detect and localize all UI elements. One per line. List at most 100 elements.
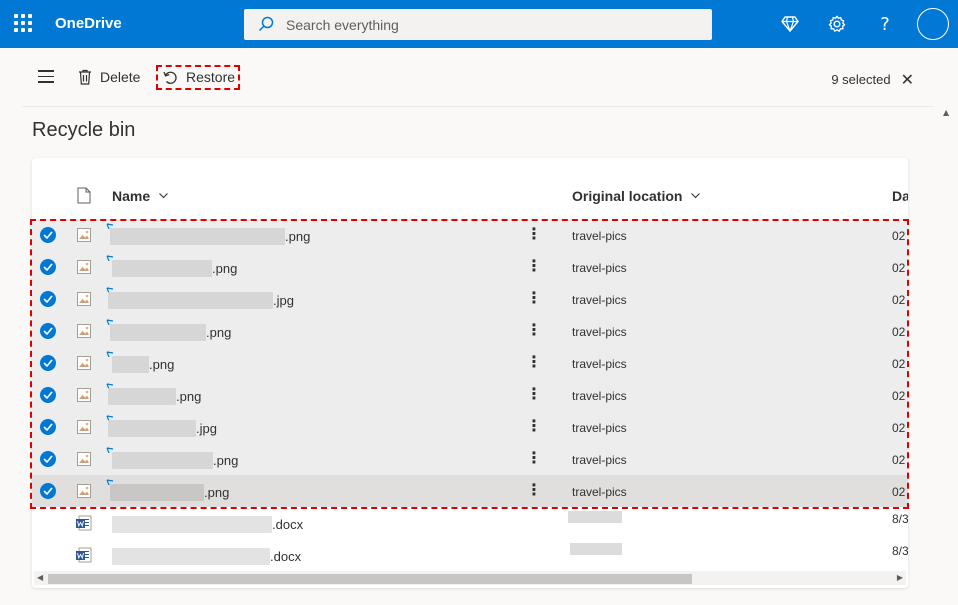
- page-title: Recycle bin: [32, 119, 136, 141]
- location-redacted: [570, 543, 622, 555]
- more-options-icon[interactable]: ⋮: [526, 258, 542, 274]
- horizontal-scrollbar[interactable]: ◀ ▶: [34, 571, 906, 585]
- scroll-right-icon[interactable]: ▶: [897, 573, 903, 582]
- image-file-icon: [77, 260, 91, 274]
- selection-count: 9 selected ✕: [831, 70, 914, 89]
- search-icon: [258, 16, 274, 32]
- app-launcher-icon[interactable]: [14, 14, 32, 32]
- table-rows: .png ⋮ travel-pics 02 .png ⋮ travel-pics…: [32, 219, 908, 571]
- table-row[interactable]: .png ⋮ travel-pics 02: [32, 475, 908, 507]
- more-options-icon[interactable]: ⋮: [526, 450, 542, 466]
- table-row[interactable]: .png ⋮ travel-pics 02: [32, 443, 908, 475]
- date-deleted: 02: [892, 485, 906, 499]
- file-name-redacted: [108, 292, 273, 309]
- chevron-down-icon: [691, 193, 701, 199]
- more-options-icon[interactable]: ⋮: [526, 226, 542, 242]
- original-location: travel-pics: [572, 421, 627, 435]
- table-row[interactable]: .jpg ⋮ travel-pics 02: [32, 283, 908, 315]
- file-extension: .docx: [272, 517, 304, 532]
- checkmark-icon[interactable]: [40, 355, 56, 371]
- avatar[interactable]: [917, 8, 949, 40]
- original-location: travel-pics: [572, 357, 627, 371]
- checkmark-icon[interactable]: [40, 259, 56, 275]
- date-deleted: 02: [892, 357, 906, 371]
- table-row[interactable]: .docx 8/3: [32, 539, 908, 571]
- vertical-scrollbar[interactable]: ▲: [940, 108, 954, 605]
- file-list: Name Original location Da .png ⋮ travel-…: [32, 158, 908, 588]
- original-location: travel-pics: [572, 485, 627, 499]
- search-box[interactable]: [244, 9, 712, 40]
- table-row[interactable]: .png ⋮ travel-pics 02: [32, 347, 908, 379]
- diamond-icon[interactable]: [778, 12, 802, 36]
- table-row[interactable]: .png ⋮ travel-pics 02: [32, 251, 908, 283]
- date-deleted: 02: [892, 229, 906, 243]
- checkmark-icon[interactable]: [40, 451, 56, 467]
- file-extension: .png: [149, 357, 175, 372]
- scroll-left-icon[interactable]: ◀: [37, 573, 43, 582]
- column-name[interactable]: Name: [112, 188, 169, 204]
- date-deleted: 02: [892, 261, 906, 275]
- location-redacted: [568, 511, 622, 523]
- checkmark-icon[interactable]: [40, 227, 56, 243]
- file-extension: .docx: [270, 549, 302, 564]
- file-extension: .png: [176, 389, 202, 404]
- checkmark-icon[interactable]: [40, 323, 56, 339]
- image-file-icon: [77, 324, 91, 338]
- file-extension: .png: [212, 261, 238, 276]
- file-name-redacted: [112, 516, 272, 533]
- table-row[interactable]: .docx 8/3: [32, 507, 908, 539]
- scroll-up-icon[interactable]: ▲: [943, 108, 949, 117]
- file-name-redacted: [112, 260, 212, 277]
- help-icon[interactable]: ?: [873, 12, 897, 36]
- image-file-icon: [77, 420, 91, 434]
- checkmark-icon[interactable]: [40, 291, 56, 307]
- scrollbar-thumb[interactable]: [48, 574, 692, 584]
- original-location: travel-pics: [572, 325, 627, 339]
- image-file-icon: [77, 356, 91, 370]
- close-icon[interactable]: ✕: [901, 70, 914, 89]
- date-deleted: 02: [892, 453, 906, 467]
- date-deleted: 02: [892, 293, 906, 307]
- word-document-icon: [76, 547, 92, 563]
- file-type-header-icon[interactable]: [77, 187, 91, 204]
- file-extension: .jpg: [196, 421, 217, 436]
- file-name-redacted: [110, 484, 204, 501]
- column-location-label: Original location: [572, 188, 683, 204]
- checkmark-icon[interactable]: [40, 419, 56, 435]
- date-deleted: 02: [892, 421, 906, 435]
- image-file-icon: [77, 484, 91, 498]
- top-bar: OneDrive ?: [0, 0, 958, 48]
- search-input[interactable]: [286, 9, 686, 40]
- hamburger-menu-icon[interactable]: [38, 70, 54, 84]
- more-options-icon[interactable]: ⋮: [526, 322, 542, 338]
- more-options-icon[interactable]: ⋮: [526, 354, 542, 370]
- delete-button[interactable]: Delete: [78, 66, 140, 88]
- table-row[interactable]: .jpg ⋮ travel-pics 02: [32, 411, 908, 443]
- more-options-icon[interactable]: ⋮: [526, 418, 542, 434]
- column-date[interactable]: Da: [892, 188, 908, 204]
- more-options-icon[interactable]: ⋮: [526, 482, 542, 498]
- column-original-location[interactable]: Original location: [572, 188, 701, 204]
- more-options-icon[interactable]: ⋮: [526, 290, 542, 306]
- command-bar: Delete Restore 9 selected ✕: [22, 48, 934, 107]
- date-deleted: 02: [892, 389, 906, 403]
- table-row[interactable]: .png ⋮ travel-pics 02: [32, 379, 908, 411]
- file-extension: .png: [285, 229, 311, 244]
- date-deleted: 8/3: [892, 544, 908, 558]
- gear-icon[interactable]: [825, 12, 849, 36]
- restore-highlight: [156, 65, 240, 90]
- app-title[interactable]: OneDrive: [55, 15, 122, 32]
- table-row[interactable]: .png ⋮ travel-pics 02: [32, 219, 908, 251]
- checkmark-icon[interactable]: [40, 483, 56, 499]
- file-name-redacted: [112, 548, 270, 565]
- file-name-redacted: [112, 356, 149, 373]
- more-options-icon[interactable]: ⋮: [526, 386, 542, 402]
- column-name-label: Name: [112, 188, 151, 204]
- file-name-redacted: [108, 388, 176, 405]
- table-row[interactable]: .png ⋮ travel-pics 02: [32, 315, 908, 347]
- checkmark-icon[interactable]: [40, 387, 56, 403]
- column-date-label: Da: [892, 188, 908, 204]
- date-deleted: 02: [892, 325, 906, 339]
- file-extension: .png: [213, 453, 239, 468]
- file-name-redacted: [112, 452, 213, 469]
